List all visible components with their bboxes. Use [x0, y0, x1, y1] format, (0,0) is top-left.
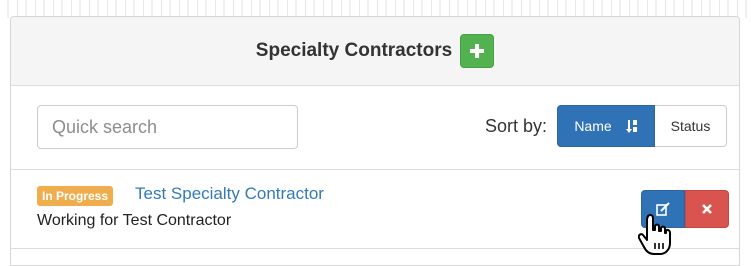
sort-status-label: Status: [670, 118, 711, 134]
contractors-panel: Specialty Contractors Sort by: Name St: [10, 16, 740, 266]
sort-label: Sort by:: [485, 116, 548, 136]
sort-name-label: Name: [574, 118, 612, 134]
status-badge: In Progress: [37, 186, 114, 206]
hand-cursor-icon: [638, 214, 671, 255]
sort-alpha-icon: [625, 120, 637, 133]
sort-by-status-button[interactable]: Status: [655, 105, 727, 147]
close-icon: [702, 204, 712, 214]
add-contractor-button[interactable]: [460, 34, 495, 68]
contractor-row: In Progress Test Specialty Contractor Wo…: [11, 170, 739, 249]
sort-button-group: Name Status: [557, 105, 727, 147]
contractor-subtitle: Working for Test Contractor: [37, 212, 232, 229]
panel-heading: Specialty Contractors: [11, 17, 739, 86]
panel-title: Specialty Contractors: [255, 40, 453, 61]
delete-contractor-button[interactable]: [685, 190, 729, 228]
plus-icon: [470, 44, 485, 58]
contractor-name-link[interactable]: Test Specialty Contractor: [135, 184, 324, 204]
sort-by-name-button[interactable]: Name: [557, 105, 655, 147]
quick-search-input[interactable]: [37, 105, 298, 149]
toolbar: Sort by: Name Status: [11, 85, 739, 170]
